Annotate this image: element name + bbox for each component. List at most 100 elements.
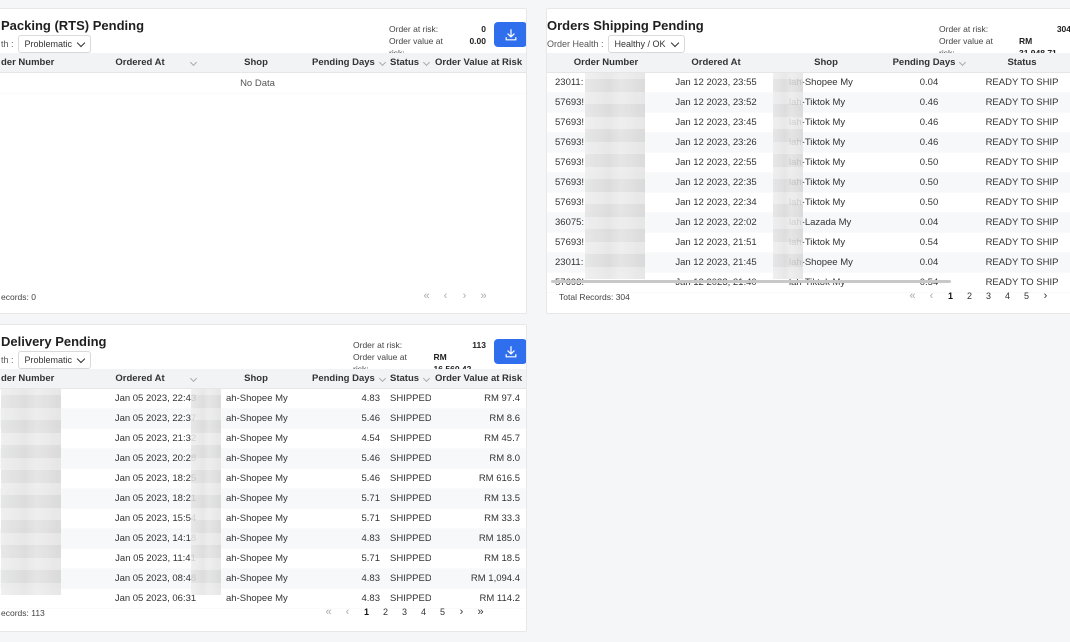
page-2[interactable]: 2: [960, 291, 979, 301]
next-page-icon[interactable]: ›: [1036, 290, 1055, 302]
download-button[interactable]: [494, 339, 526, 364]
chevron-down-icon: [670, 38, 679, 47]
horizontal-scrollbar[interactable]: [551, 280, 951, 283]
sort-icon: [423, 58, 431, 67]
cell-pending-days: 5.46: [308, 448, 386, 469]
risk-count-label: Order at risk:: [939, 24, 989, 34]
cell-status: READY TO SHIP: [973, 212, 1070, 233]
cell-ordered-at: Jan 05 2023, 22:37: [107, 408, 204, 429]
last-page-icon[interactable]: »: [471, 606, 490, 618]
table-row[interactable]: Jan 05 2023, 18:25 ah-Shopee My 5.46 SHIPPE…: [0, 468, 526, 489]
page-3[interactable]: 3: [979, 291, 998, 301]
pagination: « ‹ › »: [417, 290, 493, 302]
cell-status: SHIPPED: [386, 568, 431, 589]
order-health-label: th :: [1, 355, 14, 365]
col-pending-days[interactable]: Pending Days: [885, 53, 973, 73]
page-5[interactable]: 5: [1017, 291, 1036, 301]
page-4[interactable]: 4: [998, 291, 1017, 301]
col-order-value[interactable]: Order Value at Risk: [431, 53, 526, 73]
col-status[interactable]: Status: [386, 53, 431, 73]
col-order-number[interactable]: der Number: [0, 369, 107, 389]
page-1[interactable]: 1: [941, 291, 960, 301]
cell-order-value: RM 33.3: [431, 508, 526, 529]
risk-count-value: 113: [472, 340, 486, 350]
col-order-number[interactable]: Order Number: [547, 53, 665, 73]
first-page-icon[interactable]: «: [319, 606, 338, 618]
order-health-filter: th : Problematic: [1, 35, 92, 53]
sort-icon: [378, 58, 386, 67]
sort-icon: [189, 58, 197, 67]
cell-status: SHIPPED: [386, 468, 431, 489]
table-row[interactable]: Jan 05 2023, 22:37 ah-Shopee My 5.46 SHIPPE…: [0, 408, 526, 429]
sort-icon: [189, 374, 197, 383]
table-row[interactable]: Jan 05 2023, 22:43 ah-Shopee My 4.83 SHIPPE…: [0, 388, 526, 409]
page-5[interactable]: 5: [433, 607, 452, 617]
risk-count-label: Order at risk:: [389, 24, 439, 34]
cell-ordered-at: Jan 05 2023, 21:32: [107, 428, 204, 449]
order-health-value: Problematic: [24, 39, 73, 49]
panel-title: Packing (RTS) Pending: [1, 18, 145, 33]
table-row[interactable]: Jan 05 2023, 20:28 ah-Shopee My 5.46 SHIPPE…: [0, 448, 526, 469]
table-row[interactable]: Jan 05 2023, 08:48 ah-Shopee My 4.83 SHIPPE…: [0, 568, 526, 589]
cell-ordered-at: Jan 05 2023, 08:48: [107, 568, 204, 589]
first-page-icon[interactable]: «: [417, 290, 436, 302]
download-button[interactable]: [494, 22, 526, 47]
download-icon: [505, 28, 516, 40]
table-row[interactable]: Jan 05 2023, 18:21 ah-Shopee My 5.71 SHIPPE…: [0, 488, 526, 509]
page-4[interactable]: 4: [414, 607, 433, 617]
cell-order-value: RM 8.6: [431, 408, 526, 429]
page-2[interactable]: 2: [376, 607, 395, 617]
last-page-icon[interactable]: »: [474, 290, 493, 302]
cell-status: SHIPPED: [386, 408, 431, 429]
table-header-row: der Number Ordered At Shop Pending Days …: [0, 53, 526, 73]
cell-order-value: RM 45.7: [431, 428, 526, 449]
col-pending-days[interactable]: Pending Days: [308, 53, 386, 73]
cell-ordered-at: Jan 05 2023, 18:25: [107, 468, 204, 489]
next-page-icon[interactable]: ›: [455, 290, 474, 302]
order-health-select[interactable]: Problematic: [17, 351, 92, 369]
col-pending-days[interactable]: Pending Days: [308, 369, 386, 389]
cell-ordered-at: Jan 05 2023, 20:28: [107, 448, 204, 469]
next-page-icon[interactable]: ›: [452, 606, 471, 618]
col-ordered-at[interactable]: Ordered At: [107, 53, 204, 73]
col-shop[interactable]: Shop: [204, 369, 308, 389]
table-row[interactable]: Jan 05 2023, 11:41 ah-Shopee My 5.71 SHIPPE…: [0, 548, 526, 569]
table-row[interactable]: Jan 05 2023, 14:18 ah-Shopee My 4.83 SHIPPE…: [0, 528, 526, 549]
cell-status: READY TO SHIP: [973, 232, 1070, 253]
cell-status: SHIPPED: [386, 508, 431, 529]
col-status[interactable]: Status: [973, 53, 1070, 73]
order-health-label: Order Health :: [547, 39, 604, 49]
col-shop[interactable]: Shop: [204, 53, 308, 73]
col-order-value[interactable]: Order Value at Risk: [431, 369, 526, 389]
cell-order-value: RM 616.5: [431, 468, 526, 489]
cell-status: READY TO SHIP: [973, 92, 1070, 113]
col-shop[interactable]: Shop: [767, 53, 885, 73]
table-row[interactable]: Jan 05 2023, 15:54 ah-Shopee My 5.71 SHIPPE…: [0, 508, 526, 529]
table-header-row: der Number Ordered At Shop Pending Days …: [0, 369, 526, 389]
total-records: ecords: 113: [1, 608, 45, 618]
cell-ordered-at: Jan 12 2023, 21:45: [665, 252, 767, 273]
pagination: « ‹ 1 2 3 4 5 ›: [903, 290, 1055, 302]
first-page-icon[interactable]: «: [903, 290, 922, 302]
cell-ordered-at: Jan 05 2023, 11:41: [107, 548, 204, 569]
col-ordered-at[interactable]: Ordered At: [665, 53, 767, 73]
order-health-select[interactable]: Healthy / OK: [607, 35, 685, 53]
cell-status: SHIPPED: [386, 448, 431, 469]
col-order-number[interactable]: der Number: [0, 53, 107, 73]
table-row[interactable]: Jan 05 2023, 21:32 ah-Shopee My 4.54 SHIPPE…: [0, 428, 526, 449]
cell-status: SHIPPED: [386, 528, 431, 549]
page-3[interactable]: 3: [395, 607, 414, 617]
sort-icon: [423, 374, 431, 383]
redacted-shop-prefix: [773, 73, 803, 279]
prev-page-icon[interactable]: ‹: [922, 290, 941, 302]
order-health-select[interactable]: Problematic: [17, 35, 92, 53]
col-status[interactable]: Status: [386, 369, 431, 389]
prev-page-icon[interactable]: ‹: [436, 290, 455, 302]
page-1[interactable]: 1: [357, 607, 376, 617]
col-ordered-at[interactable]: Ordered At: [107, 369, 204, 389]
col-label: Ordered At: [115, 57, 165, 68]
cell-pending-days: 0.54: [885, 232, 973, 253]
cell-order-value: RM 97.4: [431, 388, 526, 409]
cell-status: READY TO SHIP: [973, 112, 1070, 133]
prev-page-icon[interactable]: ‹: [338, 606, 357, 618]
